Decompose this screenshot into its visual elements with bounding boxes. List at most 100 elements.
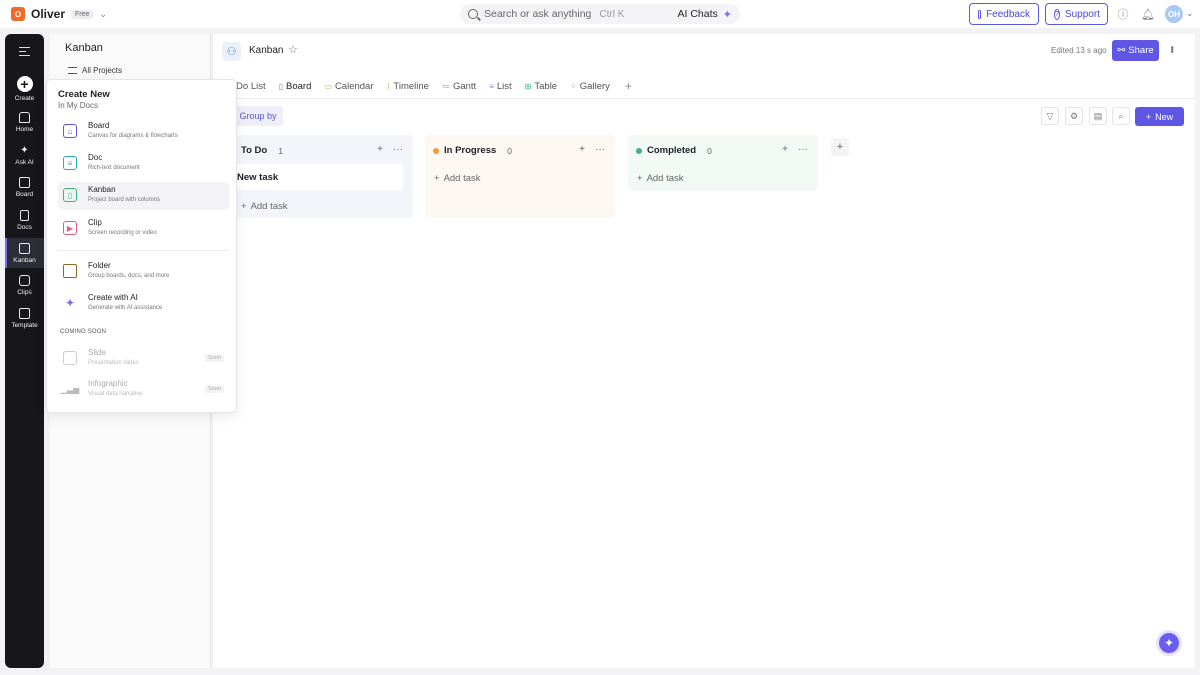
edited-status: Edited 13 s ago bbox=[1051, 46, 1107, 55]
plus-icon: + bbox=[16, 76, 33, 92]
help-icon: ? bbox=[1054, 8, 1060, 20]
column-header: To Do 1 bbox=[241, 145, 283, 156]
ai-assistant-fab[interactable]: ✦ bbox=[1156, 630, 1182, 656]
tab-calendar[interactable]: ▭ Calendar bbox=[324, 74, 373, 98]
add-card-icon[interactable]: + bbox=[782, 144, 788, 155]
add-column-button[interactable]: + bbox=[831, 138, 849, 156]
more-icon[interactable]: ··· bbox=[595, 144, 605, 155]
info-icon[interactable]: ⓘ bbox=[1117, 8, 1129, 21]
presentation-icon bbox=[63, 351, 77, 365]
top-bar: O Oliver Free ⌄ Search or ask anything C… bbox=[0, 0, 1200, 28]
add-task-button[interactable]: + Add task bbox=[241, 201, 288, 212]
menu-icon[interactable] bbox=[19, 47, 30, 56]
workspace-switcher[interactable]: O Oliver Free ⌄ bbox=[11, 7, 107, 21]
page-title[interactable]: Kanban bbox=[249, 45, 283, 56]
tab-gallery[interactable]: ⁘ Gallery bbox=[570, 74, 610, 98]
tab-label: List bbox=[496, 80, 512, 92]
rail-item-home[interactable]: Home bbox=[5, 112, 44, 136]
plus-icon: + bbox=[241, 201, 247, 212]
item-desc: Canvas for diagrams & flowcharts bbox=[88, 133, 178, 139]
item-desc: Group boards, docs, and more bbox=[88, 273, 170, 279]
rail-item-kanban[interactable]: Kanban bbox=[5, 238, 44, 268]
tabs-divider bbox=[213, 98, 1195, 99]
create-new-dropdown: Create New In My Docs ⌂ Board Canvas for… bbox=[46, 79, 237, 413]
task-card[interactable]: New task bbox=[233, 164, 403, 190]
rail-item-template[interactable]: Template bbox=[5, 308, 44, 332]
ai-chats-button[interactable]: AI Chats ✦ bbox=[678, 8, 733, 21]
item-name: Infographic bbox=[88, 379, 128, 388]
doc-icon bbox=[20, 210, 29, 221]
column-header: Completed 0 bbox=[636, 145, 712, 156]
tab-label: Board bbox=[286, 80, 312, 92]
table-icon: ⊞ bbox=[524, 81, 532, 91]
create-board-item[interactable]: ⌂ Board Canvas for diagrams & flowcharts bbox=[58, 118, 229, 146]
column-completed: Completed 0 + ··· + Add task bbox=[628, 135, 818, 191]
dropdown-subtitle: In My Docs bbox=[58, 101, 99, 110]
add-view-button[interactable]: + bbox=[625, 79, 632, 93]
filter-icon[interactable]: ▽ bbox=[1041, 107, 1059, 125]
sparkle-icon: ✦ bbox=[20, 145, 29, 156]
settings-icon[interactable]: ⚙ bbox=[1065, 107, 1083, 125]
create-folder-item[interactable]: Folder Group boards, docs, and more bbox=[58, 258, 229, 286]
kanban-icon: ▯ bbox=[63, 188, 77, 202]
create-doc-item[interactable]: ≡ Doc Rich-text document bbox=[58, 150, 229, 178]
item-name: Board bbox=[88, 121, 110, 130]
board-icon: ⌂ bbox=[63, 124, 77, 138]
share-button[interactable]: ⚯ Share bbox=[1112, 40, 1159, 61]
feedback-button[interactable]: Feedback bbox=[969, 3, 1039, 25]
chevron-down-icon[interactable]: ⌄ bbox=[1186, 8, 1194, 19]
column-count: 1 bbox=[278, 145, 283, 156]
item-name: Create with AI bbox=[88, 293, 138, 302]
sparkle-icon: ✦ bbox=[722, 8, 732, 21]
search-icon[interactable]: ⌕ bbox=[1112, 107, 1130, 125]
group-by-button[interactable]: Group by bbox=[233, 106, 283, 126]
tab-table[interactable]: ⊞ Table bbox=[525, 74, 557, 98]
tab-gantt[interactable]: ≔ Gantt bbox=[442, 74, 476, 98]
rail-label: Ask AI bbox=[15, 159, 34, 166]
rail-label: Docs bbox=[17, 224, 32, 231]
more-icon[interactable]: ··· bbox=[798, 144, 808, 155]
active-indicator bbox=[5, 238, 7, 268]
rail-label: Template bbox=[11, 322, 38, 329]
dropdown-divider bbox=[58, 250, 229, 251]
tab-board[interactable]: ▯ Board bbox=[274, 74, 316, 99]
create-with-ai-item[interactable]: ✦ Create with AI Generate with AI assist… bbox=[58, 290, 229, 318]
rail-item-create[interactable]: + Create bbox=[5, 76, 44, 106]
rail-item-board[interactable]: Board bbox=[5, 177, 44, 201]
more-icon[interactable]: ··· bbox=[393, 144, 403, 155]
add-task-button[interactable]: + Add task bbox=[434, 173, 481, 184]
archive-icon[interactable]: ▤ bbox=[1089, 107, 1107, 125]
add-card-icon[interactable]: + bbox=[579, 144, 585, 155]
search-shortcut: Ctrl K bbox=[599, 8, 625, 20]
create-kanban-item[interactable]: ▯ Kanban Project board with columns bbox=[58, 182, 229, 210]
item-desc: Generate with AI assistance bbox=[88, 305, 163, 311]
search-bar[interactable]: Search or ask anything Ctrl K AI Chats ✦ bbox=[460, 4, 740, 24]
rail-item-ask-ai[interactable]: ✦ Ask AI bbox=[5, 145, 44, 169]
status-dot bbox=[433, 147, 439, 154]
support-button[interactable]: ? Support bbox=[1045, 3, 1108, 25]
tab-label: Timeline bbox=[393, 80, 429, 92]
tab-timeline[interactable]: ⌇ Timeline bbox=[387, 74, 429, 98]
create-clip-item[interactable]: ▶ Clip Screen recording or video bbox=[58, 215, 229, 243]
plan-badge: Free bbox=[71, 9, 94, 19]
all-projects-link[interactable]: All Projects bbox=[68, 66, 122, 75]
tab-list[interactable]: ≡ List bbox=[489, 74, 511, 98]
board-icon: ▯ bbox=[278, 81, 284, 91]
star-icon[interactable]: ☆ bbox=[288, 43, 298, 56]
add-task-label: Add task bbox=[443, 173, 481, 184]
new-label: New bbox=[1155, 111, 1174, 122]
add-task-button[interactable]: + Add task bbox=[637, 173, 684, 184]
column-header: In Progress 0 bbox=[433, 145, 512, 156]
more-icon[interactable]: ••• bbox=[1167, 46, 1177, 52]
user-avatar[interactable]: OH bbox=[1165, 5, 1183, 23]
new-task-button[interactable]: + New bbox=[1135, 107, 1184, 126]
item-desc: Visual data narrative bbox=[88, 391, 143, 397]
tab-label: Gantt bbox=[452, 80, 477, 92]
rail-label: Home bbox=[15, 126, 34, 133]
rail-item-docs[interactable]: Docs bbox=[5, 210, 44, 234]
column-count: 0 bbox=[507, 145, 513, 156]
add-card-icon[interactable]: + bbox=[377, 144, 383, 155]
bell-icon[interactable]: 🔔︎ bbox=[1141, 8, 1155, 21]
search-placeholder: Search or ask anything bbox=[484, 8, 592, 20]
rail-item-clips[interactable]: Clips bbox=[5, 275, 44, 299]
